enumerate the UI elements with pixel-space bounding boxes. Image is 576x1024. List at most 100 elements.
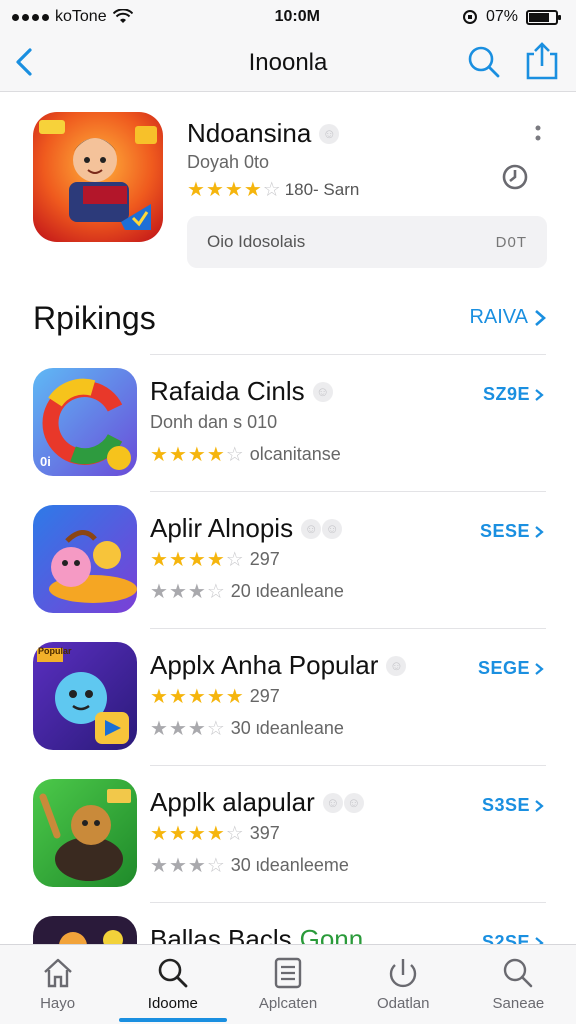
app-name: Applk alapular	[150, 787, 315, 817]
app-rating-text: 30 ιdeanleane	[230, 718, 344, 738]
get-button[interactable]: S3SE	[482, 795, 544, 816]
update-icon	[390, 959, 417, 988]
app-name: Applx Anha Popular	[150, 650, 379, 680]
chevron-right-icon	[535, 309, 546, 326]
section-title: Rpikings	[33, 300, 156, 336]
list-item[interactable]: Applk alapular ☺ ☺ ★ ★ ★ ★ ☆ 397 ★ ★ ★ ☆ 30 ιdea…	[0, 765, 576, 903]
status-left: koTone	[12, 8, 133, 26]
carrier-label: koTone	[55, 8, 107, 25]
row-divider	[150, 765, 546, 766]
featured-app-title-row: Ndoansina ☺	[187, 118, 340, 149]
get-button[interactable]: SEGE	[478, 658, 544, 679]
list-item[interactable]: Popular Applx Anha Popular ☺ ★ ★ ★ ★ ★ 297 ★…	[0, 628, 576, 766]
see-all-link[interactable]: RAIVA	[469, 306, 546, 329]
get-label: S3SE	[481, 795, 530, 815]
app-rating-text: 20 ιdeanleane	[230, 581, 344, 601]
star-rating-icon: ★ ★ ★ ☆	[150, 717, 225, 740]
wifi-icon	[112, 9, 133, 23]
featured-app-rating: ★ ★ ★ ★ ☆ 180- Sarn	[187, 180, 359, 200]
featured-info-box[interactable]: Oio Idosolais D0T	[187, 216, 547, 268]
tab-label: Idoome	[147, 995, 198, 1012]
row-divider	[150, 491, 546, 492]
app-rating-row: ★ ★ ★ ★ ★ 297	[150, 686, 280, 707]
home-icon	[43, 958, 72, 988]
app-name-row: Aplir Alnopis ☺ ☺	[150, 513, 343, 544]
get-button[interactable]: SESE	[480, 521, 544, 542]
row-divider	[150, 354, 546, 355]
tab-home[interactable]: Hayo	[0, 945, 115, 1024]
chevron-right-icon	[535, 936, 544, 944]
get-button[interactable]: SZ9E	[483, 384, 544, 405]
app-icon-label: 0i	[40, 454, 51, 469]
status-right: 07%	[462, 8, 561, 26]
app-rating-row: ★ ★ ★ ★ ☆ 297	[150, 549, 280, 570]
featured-app-title: Ndoansina	[187, 118, 312, 148]
featured-app-subtitle: Doyah 0to	[187, 152, 270, 172]
app-icon[interactable]	[33, 916, 137, 944]
star-rating-icon: ★ ★ ★ ☆	[150, 580, 225, 603]
verified-badge-icon: ☺ ☺	[301, 518, 343, 539]
list-item[interactable]: Aplir Alnopis ☺ ☺ ★ ★ ★ ★ ☆ 297 ★ ★ ★ ☆ 20 ιdean…	[0, 491, 576, 629]
navigation-bar: Inoonla	[0, 34, 576, 92]
app-icon[interactable]	[33, 642, 137, 750]
featured-app-icon[interactable]	[33, 112, 163, 242]
verified-badge-icon: ☺	[319, 123, 340, 144]
chevron-right-icon	[535, 662, 544, 675]
battery-icon	[525, 9, 561, 25]
app-rating-row: ★ ★ ★ ★ ☆ olcanitanse	[150, 444, 341, 465]
list-item[interactable]: 0i Rafaida Cinls ☺ Donh dan s 010 ★ ★ ★ ★ ☆ …	[0, 354, 576, 492]
app-icon[interactable]	[33, 779, 137, 887]
more-options-icon[interactable]	[530, 122, 546, 148]
back-chevron-icon[interactable]	[10, 44, 46, 80]
app-name: Ballas Bacls	[150, 924, 292, 944]
app-name: Rafaida Cinls	[150, 376, 305, 406]
status-time: 10:0M	[274, 8, 320, 25]
app-name: Aplir Alnopis	[150, 513, 294, 543]
get-button[interactable]: S2SE	[482, 932, 544, 944]
row-divider	[150, 628, 546, 629]
star-rating-icon: ★ ★ ★ ★ ☆	[150, 822, 244, 845]
tab-label: Aplcaten	[258, 995, 318, 1012]
search-icon[interactable]	[464, 42, 504, 82]
status-bar: koTone 10:0M 07%	[0, 0, 576, 34]
app-icon-label: Popular	[38, 646, 72, 656]
featured-box-code: D0T	[495, 233, 527, 251]
clock-icon[interactable]	[500, 162, 530, 192]
star-rating-icon: ★ ★ ★ ☆	[150, 854, 225, 877]
chevron-right-icon	[535, 799, 544, 812]
app-rating-text: olcanitanse	[249, 444, 341, 464]
see-all-label: RAIVA	[469, 306, 528, 328]
active-tab-indicator	[118, 1018, 227, 1022]
app-developer: Donh dan s 010	[150, 412, 278, 432]
star-rating-icon: ★ ★ ★ ★ ☆	[150, 548, 244, 571]
featured-box-text: Oio Idosolais	[207, 232, 306, 251]
verified-badge-icon: ☺	[312, 381, 333, 402]
app-name-row: Rafaida Cinls ☺	[150, 376, 333, 407]
app-rating-row: ★ ★ ★ ★ ☆ 397	[150, 823, 280, 844]
get-label: SEGE	[477, 658, 530, 678]
featured-app-card[interactable]: MIA Ndoansina ☺ Doyah 0to ★ ★ ★ ★ ☆ 180- Sar…	[0, 92, 576, 280]
app-icon[interactable]	[33, 505, 137, 613]
share-icon[interactable]	[522, 40, 562, 82]
tab-label: Odatlan	[376, 995, 430, 1012]
app-rating-count: 397	[249, 823, 280, 843]
tab-search-2[interactable]: Saneae	[461, 945, 576, 1024]
tab-label: Saneae	[492, 995, 545, 1012]
chevron-right-icon	[535, 525, 544, 538]
featured-rating-text: 180- Sarn	[284, 180, 360, 199]
search-icon	[158, 958, 188, 988]
tab-updates[interactable]: Odatlan	[346, 945, 461, 1024]
section-header: Rpikings RAIVA	[0, 292, 576, 346]
app-secondary-rating-row: ★ ★ ★ ☆ 30 ιdeanleane	[150, 718, 344, 739]
featured-icon-label: MIA	[89, 256, 113, 271]
row-divider	[150, 902, 546, 903]
app-rating-count: 297	[249, 549, 280, 569]
tab-label: Hayo	[40, 995, 76, 1012]
get-label: SESE	[479, 521, 530, 541]
app-name-row: Ballas Bacls Gonn	[150, 924, 363, 944]
tab-search[interactable]: Idoome	[115, 945, 230, 1024]
list-item[interactable]: Ballas Bacls Gonn S2SE	[0, 902, 576, 944]
tab-apps[interactable]: Aplcaten	[230, 945, 345, 1024]
chevron-right-icon	[535, 388, 544, 401]
verified-badge-icon: ☺	[386, 655, 407, 676]
